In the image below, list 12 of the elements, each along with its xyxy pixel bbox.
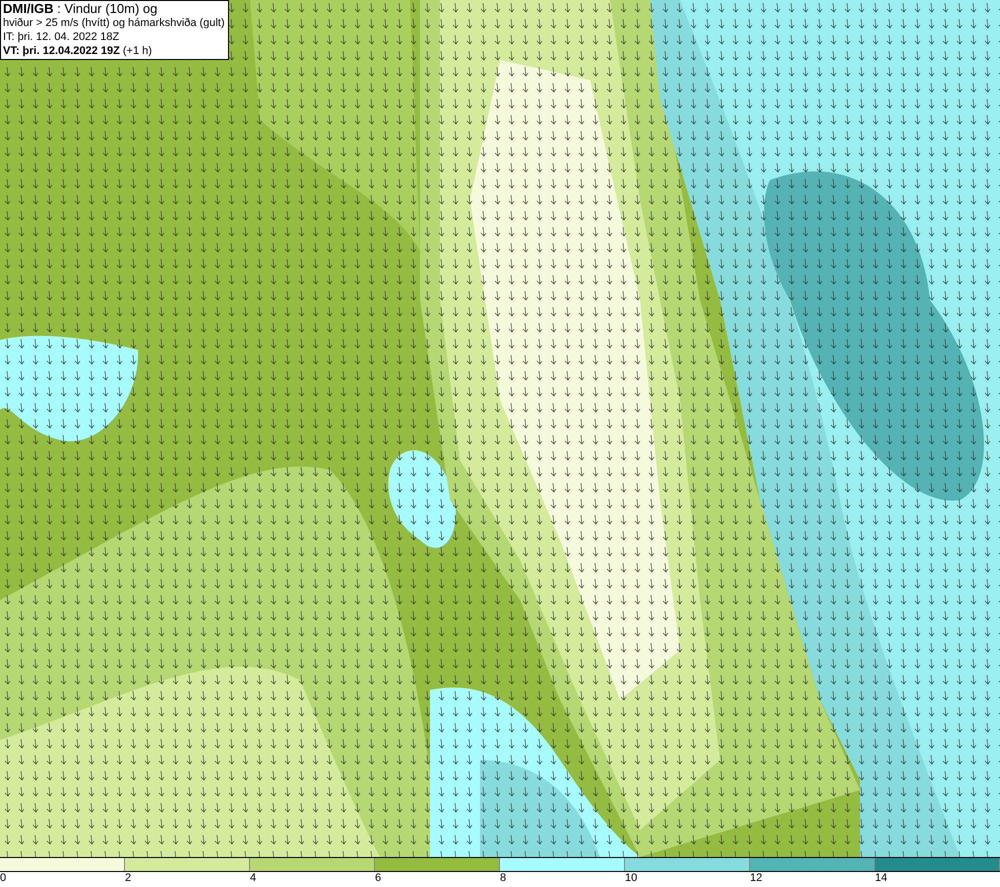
map-title-line: IT: þri. 12. 04. 2022 18Z — [3, 30, 120, 44]
legend-tick-label: 2 — [125, 872, 132, 885]
legend-tick-label: 10 — [625, 872, 638, 885]
map-title-line: hviður > 25 m/s (hvítt) og hámarkshviða (gult) — [3, 16, 226, 30]
legend-tick-label: 14 — [875, 872, 888, 885]
legend-tick-label: 4 — [250, 872, 256, 885]
legend-tick-label: 0 — [0, 872, 6, 885]
map-title-line: VT: þri. 12.04.2022 19Z (+1 h) — [3, 44, 153, 58]
legend-tick-label: 12 — [750, 872, 762, 885]
legend-tick-label: 6 — [375, 872, 382, 885]
map-title-line: DMI/IGB : Vindur (10m) og — [3, 2, 158, 16]
legend-tick-label: 8 — [500, 872, 506, 885]
